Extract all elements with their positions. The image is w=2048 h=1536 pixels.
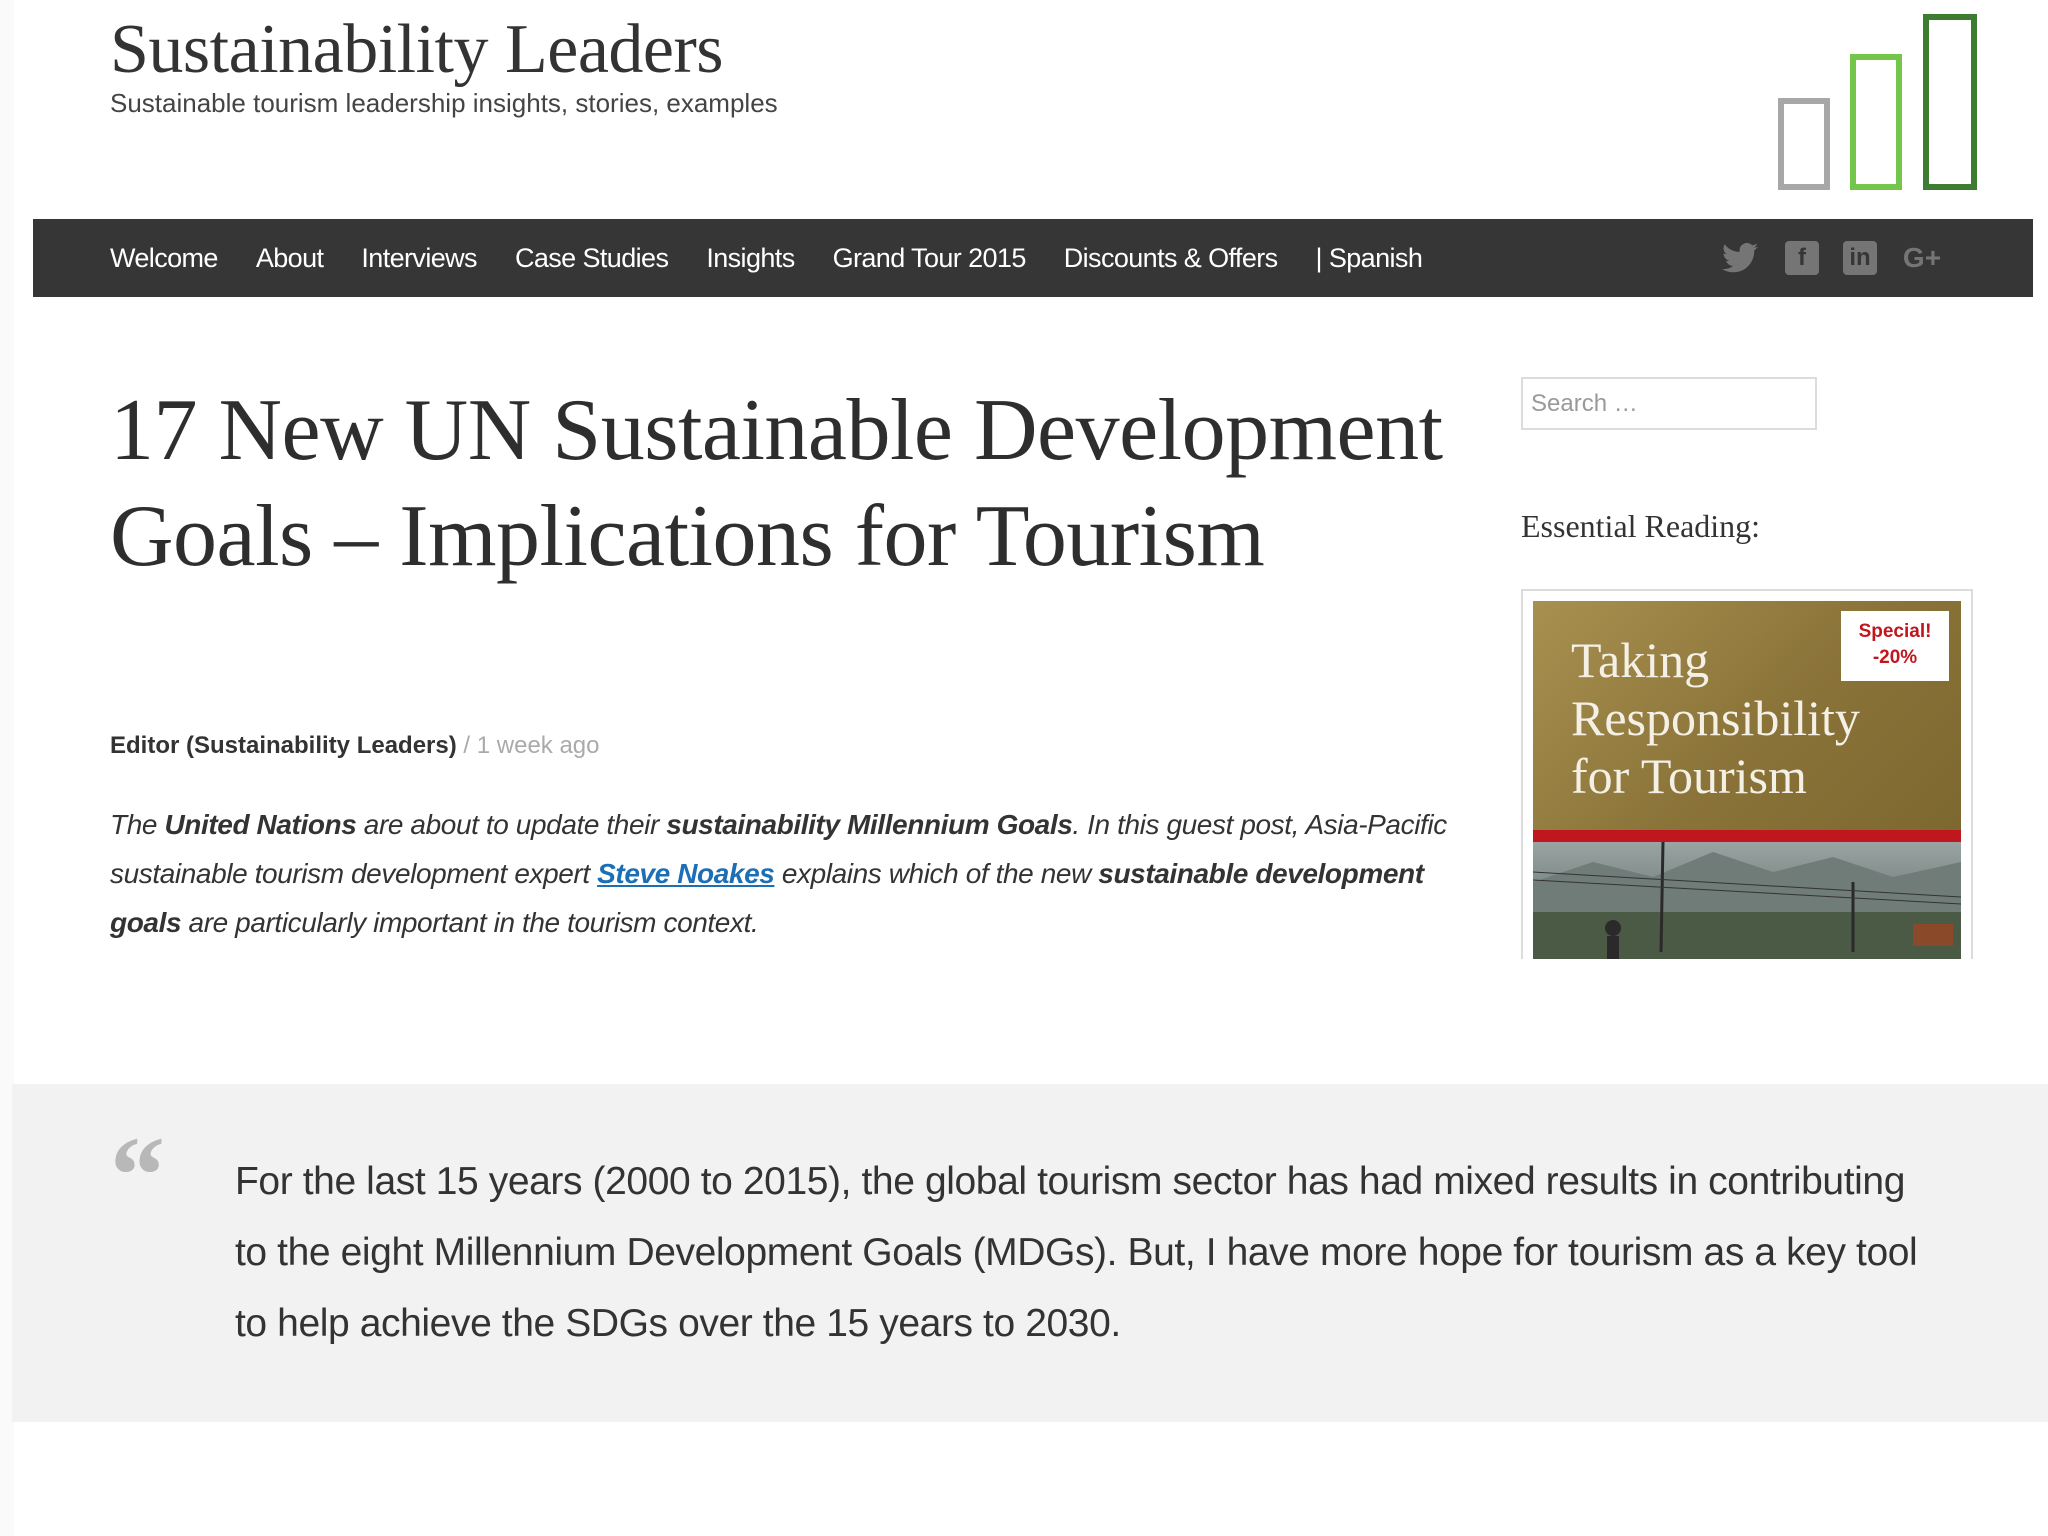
- book-red-stripe: [1533, 830, 1961, 842]
- logo-bar-light-green: [1850, 54, 1902, 190]
- twitter-icon[interactable]: [1719, 237, 1761, 279]
- intro-text: explains which of the new: [774, 858, 1099, 889]
- nav-item-about[interactable]: About: [256, 243, 324, 274]
- logo-bar-grey: [1778, 98, 1830, 190]
- post-date[interactable]: 1 week ago: [477, 732, 600, 759]
- logo-bar-dark-green: [1923, 14, 1977, 190]
- google-plus-icon[interactable]: G+: [1901, 237, 1943, 279]
- nav-item-case-studies[interactable]: Case Studies: [515, 243, 669, 274]
- nav-item-interviews[interactable]: Interviews: [361, 243, 477, 274]
- byline-separator: /: [456, 732, 477, 759]
- intro-bold: United Nations: [164, 809, 357, 840]
- facebook-icon[interactable]: f: [1785, 241, 1819, 275]
- article-intro: The United Nations are about to update t…: [110, 800, 1470, 947]
- nav-item-welcome[interactable]: Welcome: [110, 243, 218, 274]
- site-tagline: Sustainable tourism leadership insights,…: [110, 88, 778, 118]
- quote-text: For the last 15 years (2000 to 2015), th…: [235, 1160, 1918, 1345]
- nav-item-insights[interactable]: Insights: [706, 243, 795, 274]
- book-cover-photo: [1533, 842, 1961, 959]
- intro-text: are about to update their: [356, 809, 667, 840]
- intro-text: The: [110, 809, 165, 840]
- main-navigation: Welcome About Interviews Case Studies In…: [33, 219, 2033, 297]
- search-input[interactable]: [1521, 377, 1817, 430]
- social-links: f in G+: [1695, 237, 1943, 279]
- intro-bold: sustainability Millennium Goals: [666, 809, 1073, 840]
- discount-badge: Special! -20%: [1841, 611, 1949, 681]
- site-title[interactable]: Sustainability Leaders: [110, 10, 724, 90]
- badge-line-2: -20%: [1872, 647, 1918, 668]
- article-byline: Editor (Sustainability Leaders) / 1 week…: [110, 732, 600, 760]
- article-title[interactable]: 17 New UN Sustainable Development Goals …: [110, 378, 1470, 590]
- essential-reading-heading: Essential Reading:: [1521, 508, 1761, 544]
- nav-item-spanish[interactable]: | Spanish: [1316, 243, 1423, 274]
- linkedin-icon[interactable]: in: [1843, 241, 1877, 275]
- nav-menu: Welcome About Interviews Case Studies In…: [110, 243, 1460, 274]
- badge-line-1: Special!: [1858, 621, 1932, 642]
- steve-noakes-link[interactable]: Steve Noakes: [597, 858, 775, 889]
- nav-item-grand-tour[interactable]: Grand Tour 2015: [833, 243, 1027, 274]
- intro-text: are particularly important in the touris…: [181, 907, 759, 938]
- quote-mark-icon: “: [110, 1114, 165, 1236]
- book-promo[interactable]: Taking Responsibility for Tourism Specia…: [1521, 589, 1973, 959]
- book-cover[interactable]: Taking Responsibility for Tourism Specia…: [1533, 601, 1961, 830]
- nav-item-discounts[interactable]: Discounts & Offers: [1064, 243, 1278, 274]
- author-link[interactable]: Editor (Sustainability Leaders): [110, 732, 457, 759]
- site-logo[interactable]: [1770, 6, 1980, 190]
